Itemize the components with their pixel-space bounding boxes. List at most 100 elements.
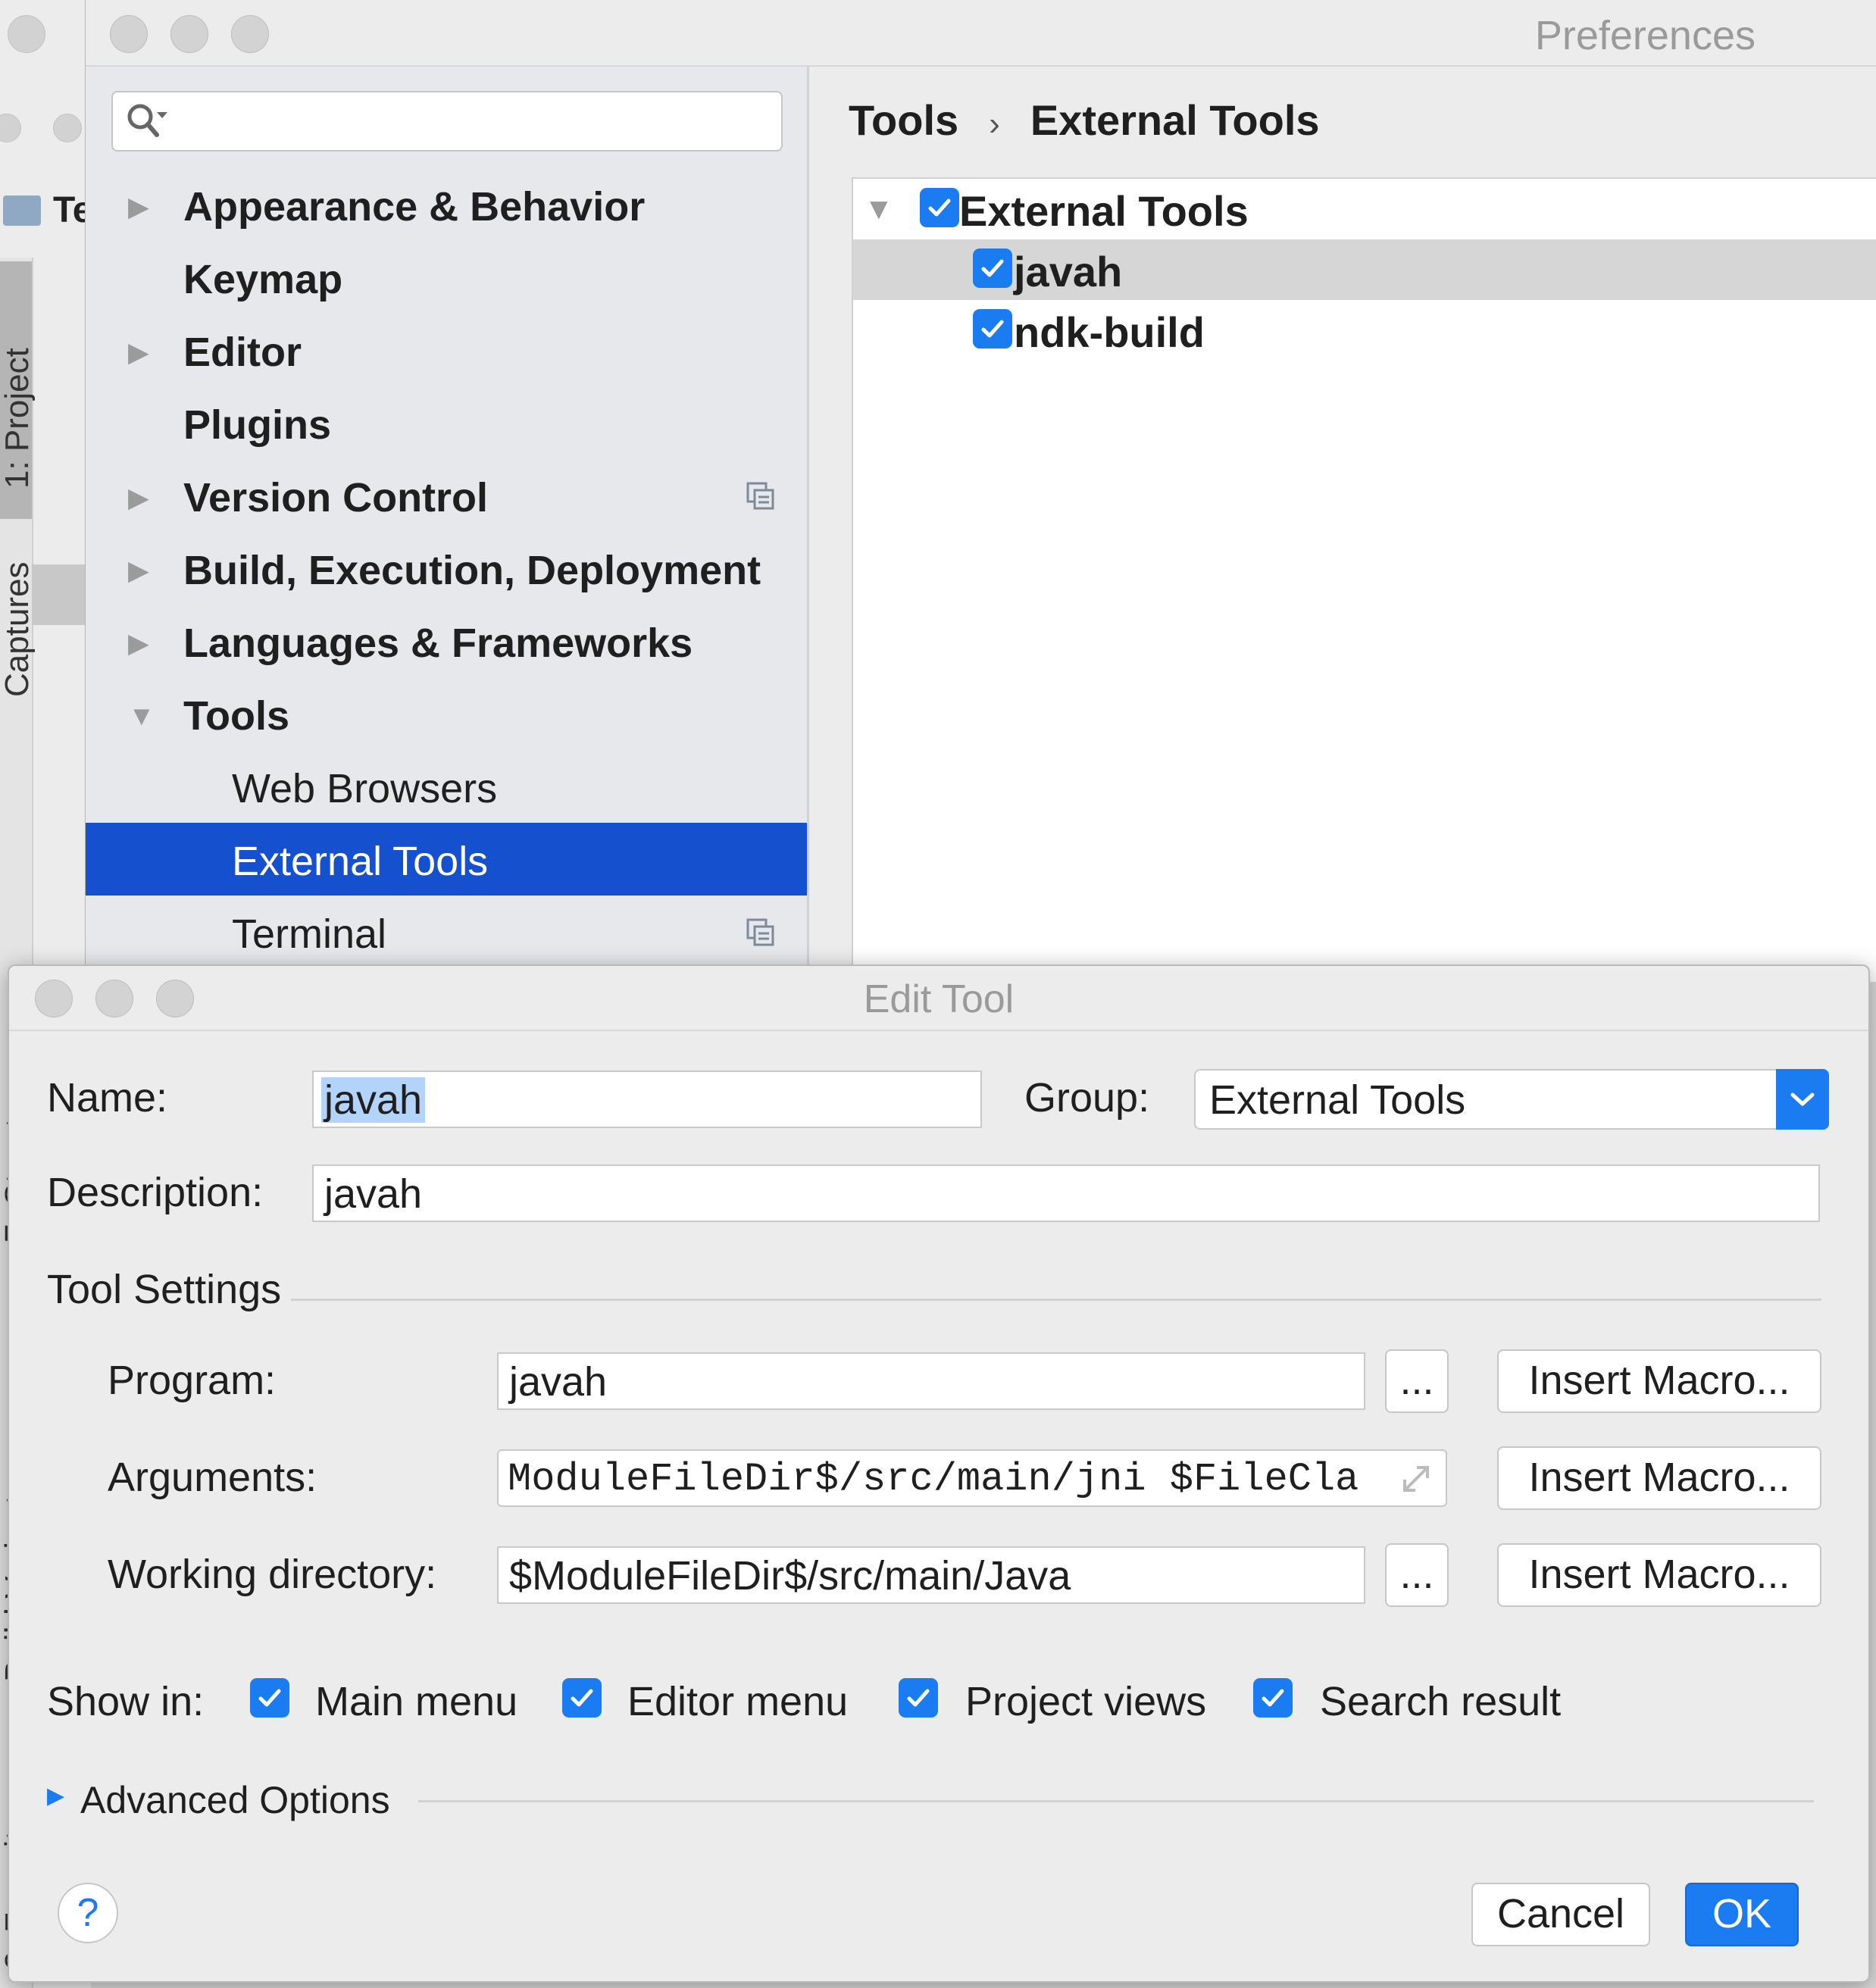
preferences-window: Preferences ▶ Appearance & Behavior Keym… <box>85 0 1876 982</box>
breadcrumb-current: External Tools <box>1030 96 1320 144</box>
cancel-button[interactable]: Cancel <box>1471 1883 1650 1946</box>
description-input[interactable]: javah <box>312 1164 1820 1222</box>
nav-item-languages-frameworks[interactable]: ▶ Languages & Frameworks <box>86 605 807 677</box>
advanced-options-label[interactable]: Advanced Options <box>80 1778 390 1822</box>
project-views-label[interactable]: Project views <box>965 1678 1206 1725</box>
nav-item-terminal[interactable]: Terminal <box>86 896 807 968</box>
search-result-checkbox[interactable] <box>1253 1678 1293 1718</box>
project-tab-label: 1: Project <box>0 348 36 489</box>
settings-search-input[interactable] <box>111 91 783 152</box>
nav-item-tools[interactable]: ▼ Tools <box>86 677 807 750</box>
tool-settings-divider <box>291 1299 1821 1301</box>
tool-row-javah[interactable]: javah <box>853 239 1876 300</box>
external-tools-tree: ▼ External Tools javah ndk-build <box>852 177 1876 982</box>
nav-label: Languages & Frameworks <box>183 620 693 666</box>
name-input[interactable]: javah <box>312 1071 982 1128</box>
name-label: Name: <box>47 1075 168 1121</box>
group-select[interactable]: External Tools <box>1194 1069 1829 1130</box>
nav-item-version-control[interactable]: ▶ Version Control <box>86 459 807 532</box>
working-directory-input[interactable]: $ModuleFileDir$/src/main/Java <box>497 1546 1365 1604</box>
arguments-insert-macro-button[interactable]: Insert Macro... <box>1497 1446 1821 1510</box>
ide-close-button[interactable] <box>8 15 45 53</box>
minimize-button[interactable] <box>170 15 208 53</box>
ide-traffic-light <box>53 114 82 142</box>
editor-menu-label[interactable]: Editor menu <box>627 1678 848 1725</box>
nav-item-build-execution-deployment[interactable]: ▶ Build, Execution, Deployment <box>86 532 807 605</box>
tool-row-ndk-build[interactable]: ndk-build <box>853 300 1876 361</box>
nav-label: Build, Execution, Deployment <box>183 548 761 593</box>
breadcrumb-parent[interactable]: Tools <box>849 96 958 144</box>
edit-tool-titlebar: Edit Tool <box>9 966 1868 1031</box>
checkmark-icon <box>571 1689 593 1707</box>
nav-label: Keymap <box>183 257 343 302</box>
group-label: External Tools <box>959 187 1249 235</box>
arguments-input[interactable]: ModuleFileDir$/src/main/jni $FileCla <box>497 1449 1447 1507</box>
checkmark-icon <box>981 320 1004 338</box>
working-directory-browse-button[interactable]: ... <box>1385 1543 1449 1607</box>
collapse-arrow-icon[interactable]: ▼ <box>128 700 155 732</box>
nav-label: Appearance & Behavior <box>183 184 646 230</box>
arguments-label: Arguments: <box>108 1455 317 1500</box>
expand-arrow-icon[interactable]: ▶ <box>128 191 149 223</box>
nav-item-editor[interactable]: ▶ Editor <box>86 314 807 386</box>
settings-content-panel: Tools › External Tools ▼ External Tools ja… <box>809 67 1876 982</box>
expand-arrow-icon[interactable]: ▶ <box>128 555 149 586</box>
captures-tab-label[interactable]: Captures <box>0 561 36 697</box>
tool-checkbox[interactable] <box>973 248 1012 288</box>
close-button[interactable] <box>110 15 148 53</box>
project-views-checkbox[interactable] <box>899 1678 938 1718</box>
group-value: External Tools <box>1209 1077 1466 1123</box>
expand-icon[interactable] <box>1397 1460 1435 1498</box>
breadcrumb: Tools › External Tools <box>849 95 1320 145</box>
nav-item-external-tools[interactable]: External Tools <box>86 823 807 896</box>
project-settings-icon <box>746 918 774 946</box>
search-result-label[interactable]: Search result <box>1320 1678 1561 1725</box>
nav-item-web-browsers[interactable]: Web Browsers <box>86 750 807 823</box>
help-button[interactable]: ? <box>58 1883 118 1943</box>
program-value: javah <box>509 1359 608 1405</box>
working-directory-insert-macro-button[interactable]: Insert Macro... <box>1497 1543 1821 1607</box>
ide-panel-strip <box>32 564 85 625</box>
tools-group-row[interactable]: ▼ External Tools <box>853 179 1876 239</box>
nav-item-plugins[interactable]: Plugins <box>86 386 807 459</box>
nav-label: Terminal <box>232 911 387 957</box>
tool-checkbox[interactable] <box>973 309 1012 349</box>
program-browse-button[interactable]: ... <box>1385 1349 1449 1413</box>
project-folder-icon <box>3 195 41 226</box>
collapse-arrow-icon[interactable]: ▼ <box>864 192 894 227</box>
project-tool-tab[interactable]: 1: Project <box>0 261 36 519</box>
nav-item-keymap[interactable]: Keymap <box>86 241 807 314</box>
ok-button[interactable]: OK <box>1685 1883 1799 1946</box>
preferences-titlebar: Preferences <box>86 0 1876 67</box>
checkmark-icon <box>981 259 1004 277</box>
nav-label: Web Browsers <box>232 766 498 811</box>
expand-arrow-icon[interactable]: ▶ <box>128 336 149 368</box>
description-label: Description: <box>47 1170 264 1215</box>
advanced-options-divider <box>418 1800 1814 1802</box>
editor-menu-checkbox[interactable] <box>562 1678 602 1718</box>
nav-item-appearance-behavior[interactable]: ▶ Appearance & Behavior <box>86 168 807 241</box>
show-in-label: Show in: <box>47 1679 205 1724</box>
expand-arrow-icon[interactable]: ▶ <box>128 627 149 659</box>
tool-label: ndk-build <box>1014 308 1205 356</box>
zoom-button[interactable] <box>231 15 269 53</box>
program-insert-macro-button[interactable]: Insert Macro... <box>1497 1349 1821 1413</box>
ide-traffic-light <box>0 114 21 142</box>
advanced-options-arrow-icon[interactable]: ▶ <box>47 1783 64 1809</box>
main-menu-checkbox[interactable] <box>250 1678 289 1718</box>
working-directory-label: Working directory: <box>108 1552 437 1597</box>
working-directory-value: $ModuleFileDir$/src/main/Java <box>509 1553 1071 1599</box>
group-checkbox[interactable] <box>920 188 959 227</box>
settings-nav-panel: ▶ Appearance & Behavior Keymap ▶ Editor … <box>86 67 809 977</box>
program-input[interactable]: javah <box>497 1352 1365 1410</box>
main-menu-label[interactable]: Main menu <box>315 1678 517 1725</box>
nav-label: Plugins <box>183 402 332 448</box>
breadcrumb-separator-icon: › <box>989 105 1000 142</box>
name-value: javah <box>321 1077 426 1123</box>
edit-tool-dialog: Edit Tool Name: javah Group: External To… <box>8 964 1870 1983</box>
checkmark-icon <box>1262 1689 1284 1707</box>
expand-arrow-icon[interactable]: ▶ <box>128 482 149 514</box>
checkmark-icon <box>928 198 951 217</box>
project-settings-icon <box>746 482 774 510</box>
chevron-down-icon[interactable] <box>1776 1069 1829 1130</box>
